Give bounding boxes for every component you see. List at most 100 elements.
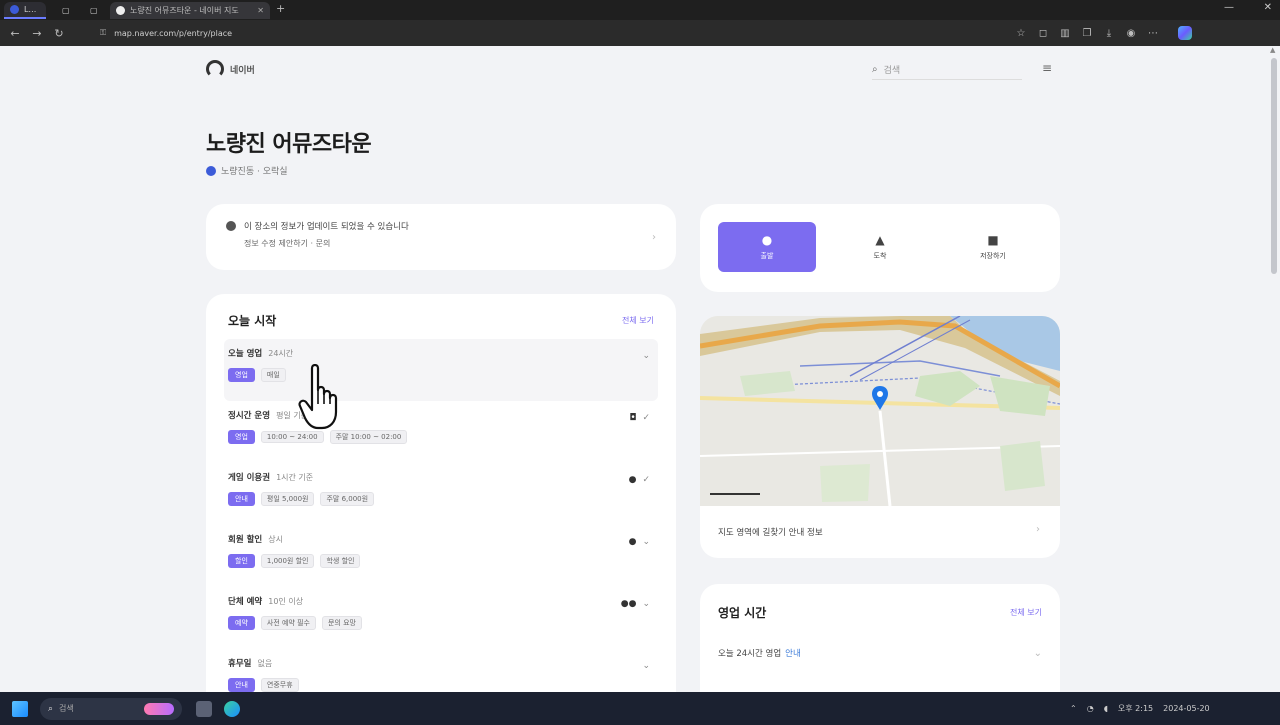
search-highlight-icon [144,702,174,715]
arrive-icon: ▲ [875,233,885,247]
tray-chevron-icon[interactable]: ⌃ [1070,704,1077,713]
item-tag: 1,000원 할인 [260,554,315,568]
item-name: 회원 할인 [228,535,263,545]
url-field[interactable]: ⚿ map.naver.com/p/entry/place [90,24,910,42]
status-badge: 영업 [228,368,255,382]
search-placeholder: 검색 [883,66,901,76]
window-minimize-button[interactable]: — [1224,2,1234,13]
browser-tab-active[interactable]: 노량진 어뮤즈타운 - 네이버 지도 ✕ [110,2,270,19]
section-title: 오늘 시작 [228,314,277,328]
settings-more-icon[interactable]: ⋯ [1142,28,1164,39]
item-sub: 24시간 [268,348,294,358]
taskbar-search-input[interactable]: ⌕ 검색 [40,697,182,720]
mode-label: 저장하기 [980,252,1006,260]
tab-page-icon: ▢ [62,6,70,15]
item-sub: 1시간 기준 [276,472,314,482]
list-item[interactable]: 정시간 운영 평일 기준 영업 10:00 ~ 24:00 주말 10:00 ~… [224,401,658,463]
menu-icon[interactable]: ≡ [1042,61,1052,75]
list-item[interactable]: 회원 할인 상시 할인 1,000원 할인 학생 할인 ● ⌄ [224,525,658,587]
info-list-card: 오늘 시작 전체 보기 오늘 영업 24시간 영업 매일 ⌄ 정시간 운영 평일… [206,294,676,692]
downloads-icon[interactable]: ⤓ [1098,28,1120,39]
tray-date[interactable]: 2024-05-20 [1163,704,1210,713]
browser-tab-lens[interactable]: Lens [4,2,46,19]
windows-start-icon[interactable] [12,700,28,717]
mode-button-arrive[interactable]: ▲ 도착 [831,222,929,272]
back-arrow-icon[interactable]: ← [4,27,26,40]
item-tag: 주말 6,000원 [320,492,375,506]
item-tag: 매일 [260,368,286,382]
search-icon: ⌕ [48,703,54,714]
favorite-star-icon[interactable]: ☆ [1010,28,1032,39]
view-all-link[interactable]: 전체 보기 [1010,607,1042,618]
hand-pointer-cursor-icon [298,364,338,430]
depart-icon: ● [761,233,773,247]
chevron-right-icon[interactable]: › [1036,524,1040,535]
wifi-icon[interactable]: ◔ [1087,704,1094,713]
item-name: 단체 예약 [228,597,263,607]
list-item[interactable]: 오늘 영업 24시간 영업 매일 ⌄ [224,339,658,401]
route-mode-card: ● 출발 ▲ 도착 ■ 저장하기 [700,204,1060,292]
dot-icon: ● [628,475,637,485]
split-screen-icon[interactable]: ▥ [1054,28,1076,39]
chevron-down-icon[interactable]: ⌄ [642,599,650,609]
info-icon [226,221,236,231]
opening-hours-row[interactable]: 오늘 24시간 영업 안내 ⌄ [718,647,1042,660]
browser-tab[interactable]: ▢ [84,2,106,19]
browser-tab[interactable]: ▢ [56,2,78,19]
task-view-icon[interactable] [196,700,212,717]
search-input[interactable]: ⌕ 검색 [872,60,1022,80]
collections-icon[interactable]: ❐ [1076,28,1098,39]
item-tag: 연중무휴 [260,678,299,692]
list-item[interactable]: 단체 예약 10인 이상 예약 사전 예약 필수 문의 요망 ●● ⌄ [224,587,658,649]
item-name: 정시간 운영 [228,411,271,421]
item-tag: 10:00 ~ 24:00 [260,431,324,443]
volume-icon[interactable]: ◖ [1104,704,1108,713]
mode-label: 출발 [760,252,774,260]
tray-time[interactable]: 오후 2:15 [1118,703,1153,714]
browser-address-bar: ← → ↻ ⚿ map.naver.com/p/entry/place ☆ ◻ … [0,20,1280,46]
list-item[interactable]: 게임 이용권 1시간 기준 안내 평일 5,000원 주말 6,000원 ● ✓ [224,463,658,525]
forward-arrow-icon[interactable]: → [26,27,48,40]
chevron-down-icon[interactable]: ✓ [642,475,650,485]
section-title: 영업 시간 [718,606,767,620]
status-badge: 영업 [228,430,255,444]
notice-card[interactable]: 이 장소의 정보가 업데이트 되었을 수 있습니다 정보 수정 제안하기 · 문… [206,204,676,270]
window-close-button[interactable]: ✕ [1264,2,1272,13]
scrollbar-thumb[interactable] [1271,58,1277,274]
chevron-right-icon: › [652,232,656,243]
chevron-down-icon[interactable]: ⌄ [642,537,650,547]
tab-title: 노량진 어뮤즈타운 - 네이버 지도 [130,6,239,15]
extension-icon[interactable]: ◻ [1032,28,1054,39]
list-item[interactable]: 휴무일 없음 안내 연중무휴 ⌄ [224,649,658,692]
chevron-down-icon: ⌄ [1033,647,1042,659]
url-text: map.naver.com/p/entry/place [114,28,233,38]
map-view[interactable] [700,316,1060,507]
opening-hours-link[interactable]: 안내 [785,647,801,659]
item-sub: 상시 [268,534,283,544]
scroll-up-icon[interactable]: ▲ [1270,46,1275,54]
mode-button-save[interactable]: ■ 저장하기 [944,222,1042,272]
search-icon: ⌕ [872,64,878,75]
place-subinfo-text: 노량진동 · 오락실 [221,167,288,177]
refresh-icon[interactable]: ↻ [48,27,70,40]
item-sub: 10인 이상 [268,596,304,606]
chevron-down-icon[interactable]: ✓ [642,413,650,423]
copilot-icon[interactable] [1178,26,1192,40]
map-card[interactable]: 지도 영역에 길찾기 안내 정보 › [700,316,1060,558]
chevron-down-icon[interactable]: ⌄ [642,351,650,361]
new-tab-button[interactable]: + [276,2,285,15]
tab-favicon-icon [10,5,19,14]
taskbar-search-placeholder: 검색 [59,704,74,713]
mode-button-depart[interactable]: ● 출발 [718,222,816,272]
calendar-icon: ◘ [629,413,637,423]
site-logo[interactable]: 네이버 [206,60,255,78]
edge-browser-icon[interactable] [224,700,240,717]
page-scrollbar[interactable]: ▲ [1268,46,1280,692]
tab-favicon-icon [116,6,125,15]
item-sub: 없음 [257,658,273,668]
tab-close-icon[interactable]: ✕ [257,6,264,15]
profile-icon[interactable]: ◉ [1120,28,1142,39]
chevron-down-icon[interactable]: ⌄ [642,661,650,671]
view-all-link[interactable]: 전체 보기 [622,315,654,326]
status-badge: 할인 [228,554,255,568]
